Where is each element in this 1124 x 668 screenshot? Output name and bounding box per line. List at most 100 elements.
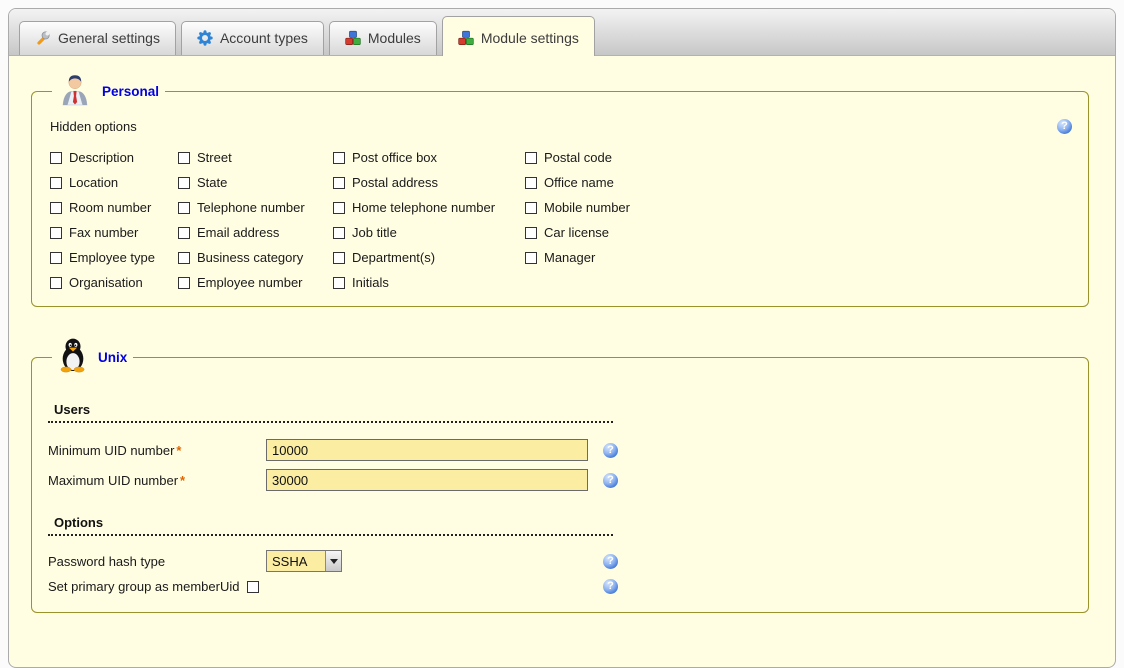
tab-label: Modules	[368, 30, 421, 46]
checkbox-label: Organisation	[69, 275, 143, 290]
hidden-option-description: Description	[50, 150, 178, 165]
hidden-option-manager: Manager	[525, 250, 1072, 265]
tux-icon	[58, 337, 88, 378]
checkbox-label: Mobile number	[544, 200, 630, 215]
hidden-option-job-title: Job title	[333, 225, 525, 240]
member-uid-checkbox[interactable]	[247, 581, 259, 593]
tab-account-types[interactable]: Account types	[181, 21, 324, 55]
checkbox-label: Car license	[544, 225, 609, 240]
checkbox[interactable]	[333, 152, 345, 164]
checkbox[interactable]	[50, 227, 62, 239]
hidden-option-room-number: Room number	[50, 200, 178, 215]
checkbox-label: Postal address	[352, 175, 438, 190]
wrench-icon	[35, 30, 51, 46]
blocks-icon	[345, 30, 361, 46]
checkbox[interactable]	[525, 202, 537, 214]
min-uid-row: Minimum UID number* ?	[48, 439, 618, 461]
required-marker: *	[180, 473, 185, 488]
hidden-option-employee-type: Employee type	[50, 250, 178, 265]
checkbox[interactable]	[525, 152, 537, 164]
options-subheader: Options	[48, 515, 613, 536]
checkbox-label: Email address	[197, 225, 279, 240]
hidden-option-fax-number: Fax number	[50, 225, 178, 240]
checkbox[interactable]	[333, 277, 345, 289]
tab-modules[interactable]: Modules	[329, 21, 437, 55]
checkbox-label: Employee type	[69, 250, 155, 265]
checkbox[interactable]	[525, 252, 537, 264]
checkbox[interactable]	[525, 177, 537, 189]
hidden-option-location: Location	[50, 175, 178, 190]
checkbox[interactable]	[333, 227, 345, 239]
checkbox[interactable]	[178, 277, 190, 289]
max-uid-input[interactable]	[266, 469, 588, 491]
unix-legend: Unix	[52, 337, 133, 378]
checkbox-label: Postal code	[544, 150, 612, 165]
checkbox-label: Location	[69, 175, 118, 190]
help-icon[interactable]: ?	[603, 443, 618, 458]
checkbox-label: Room number	[69, 200, 151, 215]
hidden-options-grid: Description Street Post office box Postal c…	[50, 150, 1072, 290]
checkbox-label: Initials	[352, 275, 389, 290]
hidden-option-postal-code: Postal code	[525, 150, 1072, 165]
checkbox[interactable]	[333, 177, 345, 189]
member-uid-label: Set primary group as memberUid	[48, 579, 239, 594]
required-marker: *	[176, 443, 181, 458]
hidden-option-office-name: Office name	[525, 175, 1072, 190]
checkbox-label: Post office box	[352, 150, 437, 165]
personal-section: Personal Hidden options ? Description Str…	[31, 72, 1089, 307]
checkbox[interactable]	[178, 252, 190, 264]
hidden-option-business-category: Business category	[178, 250, 333, 265]
checkbox[interactable]	[333, 202, 345, 214]
tab-general-settings[interactable]: General settings	[19, 21, 176, 55]
chevron-down-icon[interactable]	[325, 551, 341, 571]
hidden-option-mobile-number: Mobile number	[525, 200, 1072, 215]
password-hash-row: Password hash type SSHA ?	[48, 550, 618, 572]
help-icon[interactable]: ?	[603, 579, 618, 594]
password-hash-label: Password hash type	[48, 554, 266, 569]
help-icon[interactable]: ?	[1057, 119, 1072, 134]
min-uid-input[interactable]	[266, 439, 588, 461]
unix-body: Users Minimum UID number* ? Maximum UID …	[48, 402, 1072, 594]
checkbox[interactable]	[178, 202, 190, 214]
max-uid-label: Maximum UID number*	[48, 473, 266, 488]
checkbox[interactable]	[50, 252, 62, 264]
hidden-option-street: Street	[178, 150, 333, 165]
min-uid-label: Minimum UID number*	[48, 443, 266, 458]
hidden-options-label: Hidden options	[50, 119, 137, 134]
help-icon[interactable]: ?	[603, 473, 618, 488]
personal-title: Personal	[102, 84, 159, 99]
checkbox[interactable]	[525, 227, 537, 239]
checkbox-label: Description	[69, 150, 134, 165]
checkbox[interactable]	[50, 177, 62, 189]
checkbox-label: Business category	[197, 250, 303, 265]
checkbox[interactable]	[333, 252, 345, 264]
tab-module-settings[interactable]: Module settings	[442, 16, 595, 56]
checkbox-label: Telephone number	[197, 200, 305, 215]
hidden-option-state: State	[178, 175, 333, 190]
tab-label: General settings	[58, 30, 160, 46]
config-panel: General settings Account types	[8, 8, 1116, 668]
blocks-icon	[458, 30, 474, 46]
hidden-option-postal-address: Postal address	[333, 175, 525, 190]
checkbox[interactable]	[178, 177, 190, 189]
checkbox-label: State	[197, 175, 227, 190]
checkbox[interactable]	[50, 277, 62, 289]
checkbox-label: Manager	[544, 250, 595, 265]
gear-icon	[197, 30, 213, 46]
checkbox-label: Job title	[352, 225, 397, 240]
checkbox-label: Office name	[544, 175, 614, 190]
tab-bar: General settings Account types	[9, 9, 1115, 56]
users-subheader: Users	[48, 402, 613, 423]
hidden-option-car-license: Car license	[525, 225, 1072, 240]
password-hash-select[interactable]: SSHA	[266, 550, 342, 572]
checkbox[interactable]	[178, 227, 190, 239]
tab-label: Module settings	[481, 30, 579, 46]
checkbox[interactable]	[50, 202, 62, 214]
checkbox[interactable]	[50, 152, 62, 164]
checkbox[interactable]	[178, 152, 190, 164]
hidden-option-post-office-box: Post office box	[333, 150, 525, 165]
max-uid-row: Maximum UID number* ?	[48, 469, 618, 491]
hidden-option-home-telephone-number: Home telephone number	[333, 200, 525, 215]
hidden-option-email-address: Email address	[178, 225, 333, 240]
help-icon[interactable]: ?	[603, 554, 618, 569]
